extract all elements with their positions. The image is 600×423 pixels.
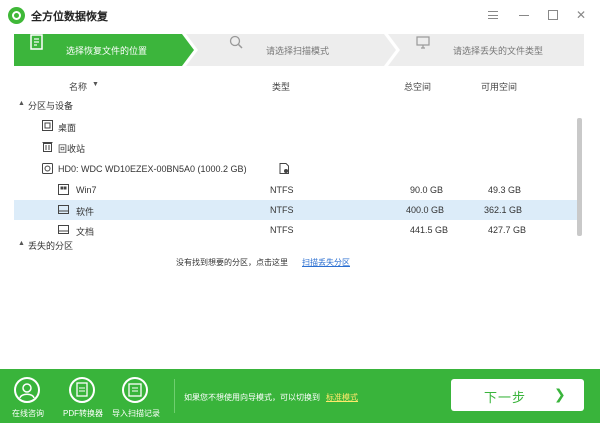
online-consult-label: 在线咨询 xyxy=(12,409,44,418)
pdf-converter-label: PDF转换器 xyxy=(63,409,103,418)
sort-arrow-icon: ▼ xyxy=(92,81,99,88)
import-records-label: 导入扫描记录 xyxy=(112,409,160,418)
table-row[interactable]: Win7 NTFS 90.0 GB 49.3 GB xyxy=(14,180,579,200)
column-total-space[interactable]: 总空间 xyxy=(404,80,431,93)
import-records-button[interactable]: 导入扫描记录 xyxy=(108,369,164,423)
table-row[interactable]: 软件 NTFS 400.0 GB 362.1 GB xyxy=(14,200,579,220)
column-available-space[interactable]: 可用空间 xyxy=(481,80,517,93)
tree-item-recycle-bin[interactable]: 回收站 xyxy=(14,137,579,157)
lost-partition-hint: 没有找到想要的分区，点击这里 xyxy=(176,258,288,267)
tree-item-desktop[interactable]: 桌面 xyxy=(14,116,579,136)
partition-tree: ▲ 分区与设备 桌面 回收站 HD0: WDC WD10EZEX-00BN5A0… xyxy=(14,94,584,251)
maximize-button[interactable] xyxy=(544,6,562,24)
title-bar: 全方位数据恢复 ✕ xyxy=(0,0,600,30)
chevron-right-icon: ❯ xyxy=(554,386,566,402)
tree-group-partitions[interactable]: ▲ 分区与设备 xyxy=(14,94,579,114)
item-label: 桌面 xyxy=(58,123,77,133)
guide-mode-text: 如果您不想使用向导模式，可以切换到 xyxy=(184,393,320,402)
standard-mode-link[interactable]: 标准模式 xyxy=(326,392,358,403)
group-label: 分区与设备 xyxy=(28,101,74,111)
monitor-icon xyxy=(416,36,430,49)
step-scan-mode: 请选择扫描模式 xyxy=(186,34,396,66)
next-step-button[interactable]: 下一步 ❯ xyxy=(451,379,584,411)
step-select-location: 选择恢复文件的位置 xyxy=(14,34,194,66)
online-consult-button[interactable]: 在线咨询 xyxy=(0,369,56,423)
step-1-label: 选择恢复文件的位置 xyxy=(66,46,148,56)
wizard-steps: 选择恢复文件的位置 请选择扫描模式 请选择丢失的文件类型 xyxy=(14,34,584,66)
headset-icon xyxy=(14,377,40,403)
scan-lost-partition-link[interactable]: 扫描丢失分区 xyxy=(302,257,350,268)
partition-type: NTFS xyxy=(270,185,294,195)
partition-name: Win7 xyxy=(76,185,97,195)
collapse-caret-icon[interactable]: ▲ xyxy=(18,100,25,107)
partition-available: 49.3 GB xyxy=(488,185,522,195)
step-3-label: 请选择丢失的文件类型 xyxy=(453,46,544,56)
search-icon xyxy=(229,35,243,49)
desktop-icon xyxy=(42,120,53,131)
trash-icon xyxy=(42,142,53,152)
column-type[interactable]: 类型 xyxy=(272,80,290,93)
hard-disk-icon xyxy=(42,163,53,174)
item-label: 回收站 xyxy=(58,144,86,154)
app-title: 全方位数据恢复 xyxy=(31,11,108,23)
column-name[interactable]: 名称 xyxy=(69,80,87,93)
footer-bar: 在线咨询 PDF转换器 导入扫描记录 如果您不想使用向导模式，可以切换到 标准模… xyxy=(0,369,600,423)
table-header: 名称 ▼ 类型 总空间 可用空间 xyxy=(14,76,584,94)
hamburger-icon xyxy=(488,11,498,19)
partition-name: 软件 xyxy=(76,207,95,217)
step-2-label: 请选择扫描模式 xyxy=(266,46,330,56)
close-icon: ✕ xyxy=(575,8,587,22)
group-label: 丢失的分区 xyxy=(28,241,74,251)
footer-divider xyxy=(174,379,175,413)
partition-available: 362.1 GB xyxy=(484,205,523,215)
partition-type: NTFS xyxy=(270,205,294,215)
maximize-icon xyxy=(548,10,558,20)
partition-total: 90.0 GB xyxy=(410,185,444,195)
menu-button[interactable] xyxy=(484,6,502,24)
minimize-icon xyxy=(519,15,529,16)
app-logo-icon xyxy=(8,7,25,24)
partition-total: 400.0 GB xyxy=(406,205,445,215)
disk-properties-icon[interactable] xyxy=(279,163,290,174)
step-file-type: 请选择丢失的文件类型 xyxy=(388,34,584,66)
close-button[interactable]: ✕ xyxy=(572,6,590,24)
tree-group-lost-partitions[interactable]: ▲ 丢失的分区 xyxy=(14,234,579,254)
collapse-caret-icon[interactable]: ▲ xyxy=(18,240,25,247)
document-icon xyxy=(30,34,43,50)
tree-item-disk[interactable]: HD0: WDC WD10EZEX-00BN5A0 (1000.2 GB) xyxy=(14,159,579,179)
pdf-converter-button[interactable]: PDF转换器 xyxy=(55,369,111,423)
tree-scrollbar[interactable] xyxy=(577,118,582,236)
disk-label: HD0: WDC WD10EZEX-00BN5A0 (1000.2 GB) xyxy=(58,164,247,174)
drive-icon xyxy=(58,205,69,214)
next-step-label: 下一步 xyxy=(484,390,527,405)
system-drive-icon xyxy=(58,184,69,195)
minimize-button[interactable] xyxy=(515,6,533,24)
pdf-icon xyxy=(69,377,95,403)
import-icon xyxy=(122,377,148,403)
